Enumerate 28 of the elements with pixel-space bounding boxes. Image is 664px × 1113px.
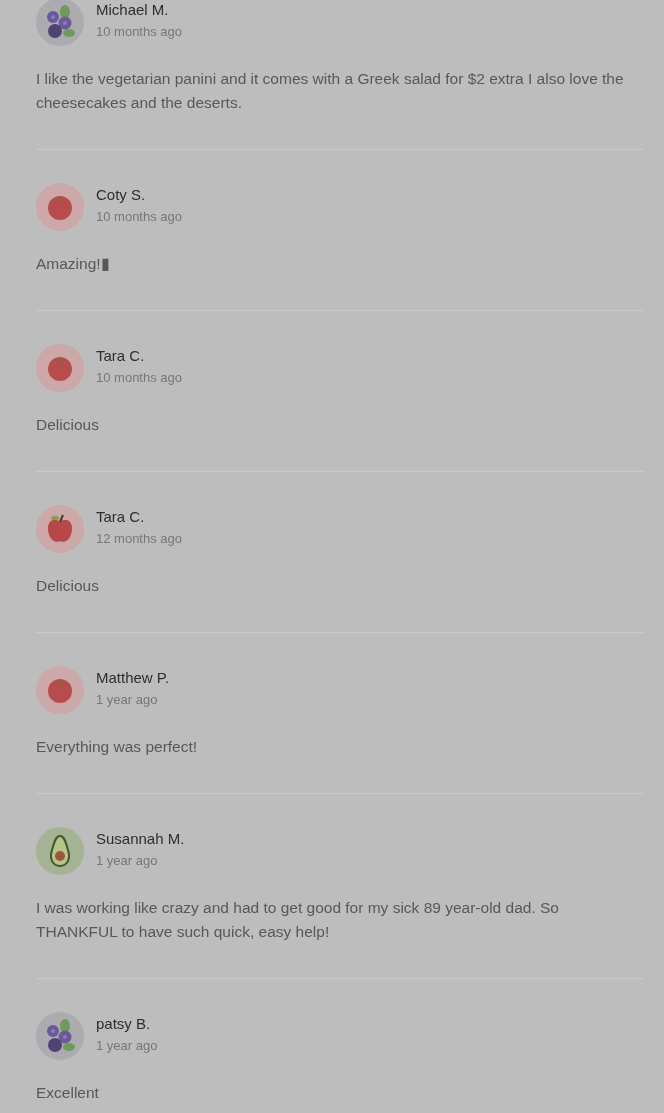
reviewer-name: patsy B. bbox=[96, 1014, 152, 1032]
review-time: 1 year ago bbox=[96, 691, 159, 707]
apple-icon bbox=[46, 514, 74, 544]
review-text: Amazing!▮ bbox=[36, 254, 111, 274]
reviewer-name: Coty S. bbox=[96, 185, 147, 203]
tomato-icon bbox=[47, 355, 73, 381]
review-text: Excellent bbox=[36, 1083, 100, 1103]
reviewer-name: Matthew P. bbox=[96, 668, 170, 686]
review-text: Delicious bbox=[36, 415, 100, 435]
reviewer-name: Tara C. bbox=[96, 346, 146, 364]
tomato-icon bbox=[47, 677, 73, 703]
review-text: I like the vegetarian panini and it comes with a Greek salad for $2 extra I also love the cheesecakes and the deserts. bbox=[36, 69, 625, 113]
reviewer-name: Tara C. bbox=[96, 507, 146, 525]
review-time: 10 months ago bbox=[96, 208, 182, 224]
avocado-icon bbox=[49, 835, 71, 867]
review-text: I was working like crazy and had to get good for my sick 89 year-old dad. So THANKFUL to have such quick, easy help! bbox=[36, 898, 560, 942]
review-time: 10 months ago bbox=[96, 23, 182, 39]
blueberries-icon bbox=[45, 5, 75, 39]
reviewer-name: Michael M. bbox=[96, 0, 170, 18]
reviewer-name: Susannah M. bbox=[96, 829, 185, 847]
review-time: 10 months ago bbox=[96, 369, 182, 385]
review-text: Everything was perfect! bbox=[36, 737, 199, 757]
blueberries-icon bbox=[45, 1019, 75, 1053]
tomato-icon bbox=[47, 194, 73, 220]
review-time: 12 months ago bbox=[96, 530, 182, 546]
review-time: 1 year ago bbox=[96, 1037, 158, 1053]
review-text: Delicious bbox=[36, 576, 100, 596]
review-time: 1 year ago bbox=[96, 852, 159, 868]
